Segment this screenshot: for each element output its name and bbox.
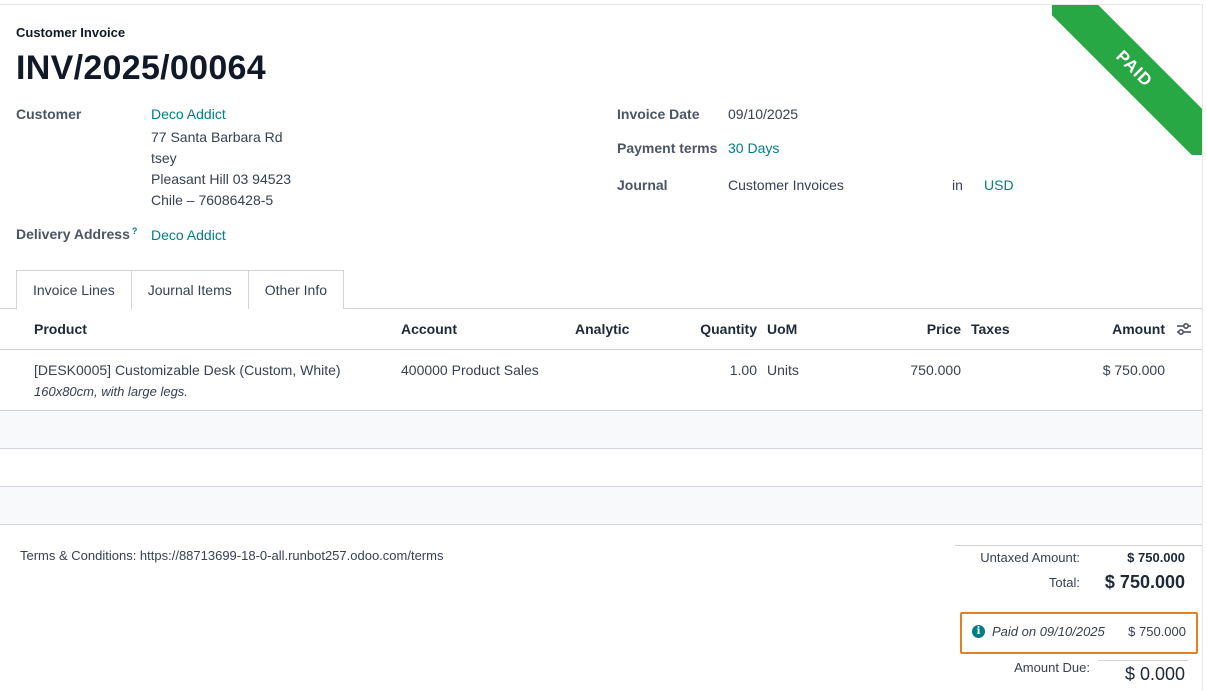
- amount-due-value: $ 0.000: [1124, 664, 1185, 684]
- invoice-number: INV/2025/00064: [16, 49, 266, 87]
- payment-amount: $ 750.000: [1128, 624, 1186, 639]
- col-product[interactable]: Product: [34, 321, 87, 337]
- row-account: 400000 Product Sales: [401, 362, 539, 378]
- payment-terms-value[interactable]: 30 Days: [728, 140, 779, 156]
- col-price[interactable]: Price: [880, 321, 961, 337]
- tab-other-info[interactable]: Other Info: [247, 270, 345, 309]
- col-amount[interactable]: Amount: [1080, 321, 1165, 337]
- payment-line-highlight[interactable]: i Paid on 09/10/2025 $ 750.000: [960, 612, 1198, 654]
- terms-and-conditions: Terms & Conditions: https://88713699-18-…: [20, 548, 444, 563]
- tab-invoice-lines[interactable]: Invoice Lines: [16, 270, 132, 310]
- invoice-form-sheet: PAID Customer Invoice INV/2025/00064 Cus…: [0, 4, 1203, 691]
- untaxed-amount-value: $ 750.000: [1127, 550, 1185, 565]
- col-account[interactable]: Account: [401, 321, 457, 337]
- optional-columns-icon[interactable]: [1176, 322, 1192, 336]
- currency-link[interactable]: USD: [984, 177, 1014, 193]
- info-icon[interactable]: i: [972, 625, 985, 638]
- empty-row: [0, 411, 1202, 449]
- untaxed-amount-label: Untaxed Amount:: [980, 550, 1080, 565]
- empty-row: [0, 449, 1202, 487]
- empty-row: [0, 487, 1202, 525]
- customer-label: Customer: [16, 106, 82, 122]
- customer-address-line-2: tsey: [151, 150, 177, 166]
- customer-address-line-1: 77 Santa Barbara Rd: [151, 129, 283, 145]
- journal-label: Journal: [617, 177, 668, 193]
- journal-value[interactable]: Customer Invoices: [728, 177, 844, 193]
- customer-address-line-4: Chile – 76086428-5: [151, 192, 274, 208]
- payment-terms-label: Payment terms: [617, 140, 718, 156]
- amount-due-label: Amount Due:: [1014, 660, 1090, 675]
- col-uom[interactable]: UoM: [767, 321, 797, 337]
- col-analytic[interactable]: Analytic: [575, 321, 629, 337]
- notebook-tabs: Invoice Lines Journal Items Other Info: [16, 270, 345, 310]
- row-description: 160x80cm, with large legs.: [34, 384, 188, 399]
- customer-address-line-3: Pleasant Hill 03 94523: [151, 171, 292, 187]
- delivery-address-label-text: Delivery Address: [16, 226, 130, 242]
- invoice-lines-header: Product Account Analytic Quantity UoM Pr…: [0, 309, 1202, 350]
- document-type: Customer Invoice: [16, 25, 126, 40]
- paid-ribbon-label: PAID: [1052, 5, 1202, 155]
- col-taxes[interactable]: Taxes: [971, 321, 1010, 337]
- row-amount: $ 750.000: [1102, 362, 1165, 378]
- help-icon[interactable]: ?: [132, 226, 138, 236]
- delivery-address-link[interactable]: Deco Addict: [151, 227, 226, 243]
- delivery-address-label: Delivery Address?: [16, 226, 137, 242]
- table-row[interactable]: [DESK0005] Customizable Desk (Custom, Wh…: [0, 350, 1202, 411]
- totals-divider: [955, 545, 1202, 546]
- amount-due-divider: [1098, 660, 1188, 661]
- row-quantity: 1.00: [729, 362, 757, 378]
- tab-journal-items[interactable]: Journal Items: [130, 270, 249, 309]
- row-price: 750.000: [910, 362, 961, 378]
- row-product[interactable]: [DESK0005] Customizable Desk (Custom, Wh…: [34, 362, 341, 378]
- payment-date-text: Paid on 09/10/2025: [992, 624, 1105, 639]
- col-quantity[interactable]: Quantity: [680, 321, 757, 337]
- invoice-date-label: Invoice Date: [617, 106, 700, 122]
- status-ribbon: PAID: [1052, 5, 1202, 155]
- customer-link[interactable]: Deco Addict: [151, 106, 226, 122]
- total-label: Total:: [1048, 575, 1080, 590]
- total-value: $ 750.000: [1104, 572, 1185, 592]
- invoice-date-value[interactable]: 09/10/2025: [728, 106, 798, 122]
- row-uom: Units: [767, 362, 799, 378]
- journal-in-label: in: [952, 177, 963, 193]
